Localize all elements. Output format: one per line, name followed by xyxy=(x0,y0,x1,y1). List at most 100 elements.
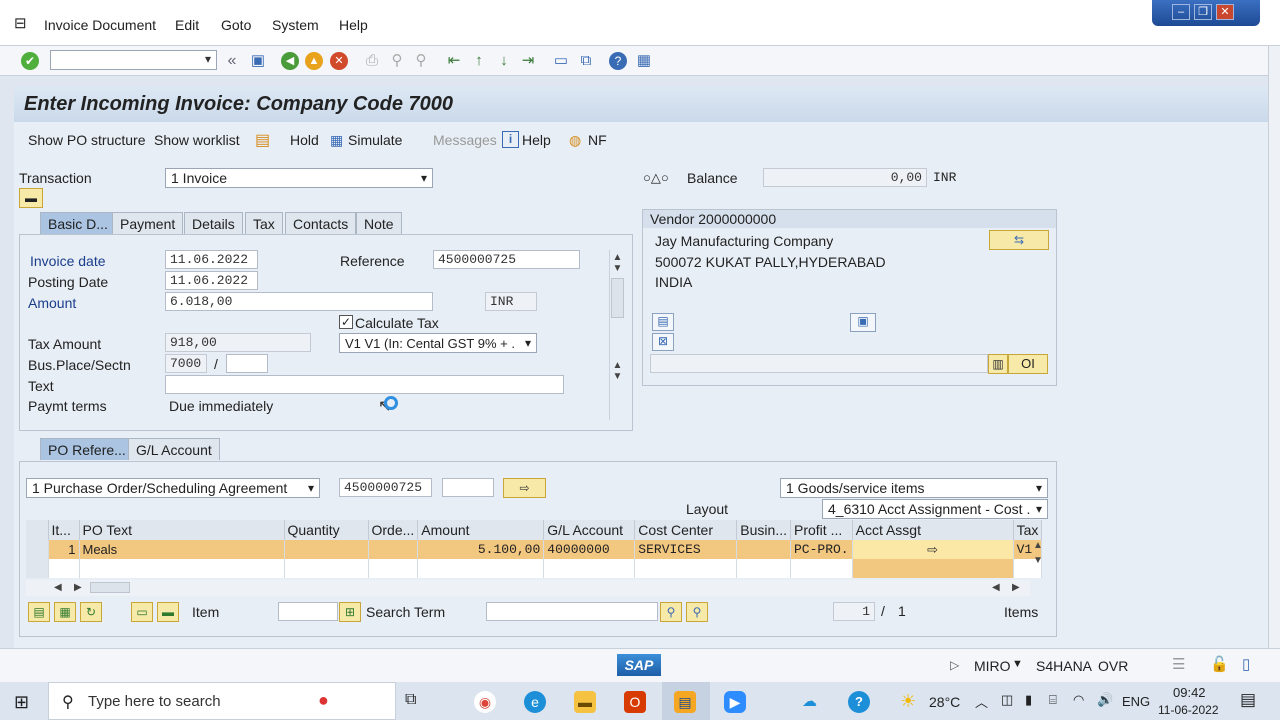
column-header-business-area[interactable]: Busin... xyxy=(736,520,791,540)
show-worklist-button[interactable]: Show worklist xyxy=(154,132,240,148)
battery-icon[interactable]: ▮ xyxy=(1025,692,1032,708)
tab-payment[interactable]: Payment xyxy=(112,212,184,234)
shortcut-icon[interactable]: ⧉ xyxy=(576,51,596,71)
search-term-field[interactable] xyxy=(486,602,658,621)
clock-time[interactable]: 09:42 xyxy=(1173,685,1206,700)
task-view-icon[interactable]: ⧉ xyxy=(405,691,416,709)
column-header-profit-center[interactable]: Profit ... xyxy=(790,520,853,540)
menu-system[interactable]: System xyxy=(272,17,319,33)
window-scrollbar[interactable] xyxy=(1268,46,1280,676)
double-chevron-left-icon[interactable]: « xyxy=(222,51,242,71)
section-field[interactable] xyxy=(226,354,268,373)
status-mode[interactable]: MIRO xyxy=(974,658,1011,674)
calculate-tax-checkbox[interactable]: ✓ xyxy=(339,315,353,329)
vendor-detail-icon[interactable]: ▤ xyxy=(652,313,674,331)
weather-icon[interactable]: ☀ xyxy=(900,691,916,712)
oi-button[interactable]: OI xyxy=(1008,354,1048,374)
acct-assgt-icon[interactable]: ⇨ xyxy=(927,542,938,557)
bus-place-field[interactable]: 7000 xyxy=(165,354,207,373)
find-icon[interactable]: ⚲ xyxy=(387,51,407,71)
help-icon[interactable]: ? xyxy=(609,52,627,70)
tab-details[interactable]: Details xyxy=(184,212,243,234)
chevron-down-icon[interactable]: ▼ xyxy=(1012,658,1023,670)
po-number-field[interactable]: 4500000725 xyxy=(339,478,432,497)
refresh-icon[interactable]: ↻ xyxy=(80,602,102,622)
onedrive-icon[interactable]: ☁ xyxy=(802,692,817,710)
search-term-icon[interactable]: ⊞ xyxy=(339,602,361,622)
hold-button[interactable]: Hold xyxy=(290,132,319,148)
items-select[interactable]: 1 Goods/service items xyxy=(780,478,1048,498)
delete-row-icon[interactable]: ▬ xyxy=(157,602,179,622)
po-transfer-icon[interactable]: ⇨ xyxy=(503,478,546,498)
customize-layout-icon[interactable]: ▦ xyxy=(634,51,654,71)
messages-button[interactable]: Messages xyxy=(433,132,497,148)
restore-icon[interactable]: ❐ xyxy=(1194,4,1212,20)
menu-help[interactable]: Help xyxy=(339,17,368,33)
tab-basic-data[interactable]: Basic D... xyxy=(40,212,116,234)
file-explorer-icon[interactable]: ▬ xyxy=(574,691,596,713)
cancel-icon[interactable]: ✕ xyxy=(330,52,348,70)
chevron-up-icon[interactable]: ︿ xyxy=(975,692,988,711)
tab-note[interactable]: Note xyxy=(356,212,402,234)
network-icon[interactable]: ⌸ xyxy=(1049,692,1057,708)
notifications-icon[interactable]: ▤ xyxy=(1240,690,1256,710)
select-all-icon[interactable]: ▦ xyxy=(54,602,76,622)
cell-acct-assgt[interactable]: ⇨ xyxy=(852,540,1014,559)
back-icon[interactable]: ◀ xyxy=(281,52,299,70)
new-session-icon[interactable]: ▭ xyxy=(551,51,571,71)
invoice-date-field[interactable]: 11.06.2022 xyxy=(165,250,258,269)
text-field[interactable] xyxy=(165,375,564,394)
tab-contacts[interactable]: Contacts xyxy=(285,212,357,234)
find-binoculars-icon[interactable]: ⚲ xyxy=(660,602,682,622)
help-support-icon[interactable]: ? xyxy=(848,691,870,713)
cell-cost-center[interactable]: SERVICES xyxy=(634,540,738,559)
office-icon[interactable]: O xyxy=(624,691,646,713)
exit-icon[interactable]: ▲ xyxy=(305,52,323,70)
simulate-button[interactable]: Simulate xyxy=(348,132,402,148)
language-indicator[interactable]: ENG xyxy=(1122,694,1150,709)
change-vendor-address-icon[interactable]: ⇆ xyxy=(989,230,1049,250)
tab-gl-account[interactable]: G/L Account xyxy=(128,438,220,460)
command-field[interactable] xyxy=(50,50,217,70)
tab-tax[interactable]: Tax xyxy=(245,212,283,234)
find-next-icon[interactable]: ⚲ xyxy=(411,51,431,71)
tab-po-reference[interactable]: PO Refere... xyxy=(40,438,134,460)
posting-date-field[interactable]: 11.06.2022 xyxy=(165,271,258,290)
grid-vertical-scrollbar[interactable]: ▲ ▼ xyxy=(1030,540,1046,578)
cell-profit-center[interactable]: PC-PRO. xyxy=(790,540,853,559)
column-header-order-unit[interactable]: Orde... xyxy=(368,520,419,540)
menu-edit[interactable]: Edit xyxy=(175,17,199,33)
nf-button[interactable]: NF xyxy=(588,132,607,148)
volume-icon[interactable]: 🔊 xyxy=(1097,692,1113,708)
first-page-icon[interactable]: ⇤ xyxy=(444,51,464,71)
zoom-icon[interactable]: ▶ xyxy=(724,691,746,713)
layout-icon[interactable]: ☰ xyxy=(1172,655,1185,673)
column-header-cost-center[interactable]: Cost Center xyxy=(634,520,738,540)
show-po-structure-button[interactable]: Show PO structure xyxy=(28,132,146,148)
cell-quantity[interactable] xyxy=(284,540,369,559)
lock-icon[interactable]: 🔓 xyxy=(1210,655,1229,673)
help-button[interactable]: Help xyxy=(522,132,551,148)
vendor-display-icon[interactable]: ⊠ xyxy=(652,333,674,351)
grid-horizontal-scrollbar[interactable]: ◀ ▶ ◀ ▶ xyxy=(26,580,1030,596)
hold-icon[interactable]: ▤ xyxy=(255,130,270,150)
column-header-tax[interactable]: Tax xyxy=(1013,520,1043,540)
column-header-gl-account[interactable]: G/L Account xyxy=(543,520,636,540)
cell-order-unit[interactable] xyxy=(368,540,419,559)
reference-field[interactable]: 4500000725 xyxy=(433,250,580,269)
basic-data-scrollbar[interactable]: ▲ ▼ ▲ ▼ xyxy=(609,250,625,420)
menu-invoice-document[interactable]: Invoice Document xyxy=(44,17,156,33)
menu-icon[interactable]: ⊟ xyxy=(14,14,27,32)
windows-start-icon[interactable]: ⊞ xyxy=(14,692,29,713)
sap-logon-icon[interactable]: ▤ xyxy=(674,691,696,713)
column-header-item[interactable]: It... xyxy=(48,520,80,540)
print-icon[interactable]: ⎙ xyxy=(362,51,382,71)
item-search-field[interactable] xyxy=(278,602,338,621)
status-play-icon[interactable]: ▷ xyxy=(950,658,959,672)
minimize-icon[interactable]: – xyxy=(1172,4,1190,20)
cell-amount[interactable]: 5.100,00 xyxy=(417,540,545,559)
menu-goto[interactable]: Goto xyxy=(221,17,251,33)
transaction-select[interactable]: 1 Invoice xyxy=(165,168,433,188)
row-selector[interactable] xyxy=(26,540,49,559)
temperature[interactable]: 28°C xyxy=(929,694,960,710)
